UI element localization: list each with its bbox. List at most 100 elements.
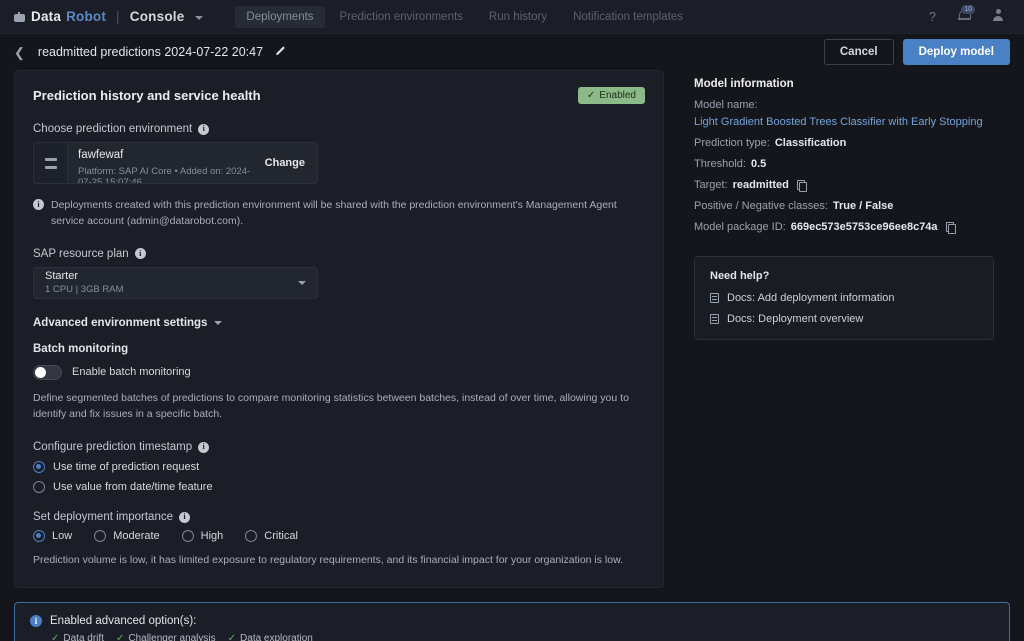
top-navigation-bar: DataRobot | Console Deployments Predicti…	[0, 0, 1024, 34]
environment-card-body: fawfewaf Platform: SAP AI Core • Added o…	[68, 143, 253, 183]
top-right-actions: ? 10	[929, 9, 1010, 25]
environment-note: i Deployments created with this predicti…	[33, 197, 633, 230]
help-link-deployment-overview[interactable]: Docs: Deployment overview	[710, 313, 978, 325]
timestamp-option-label: Use value from date/time feature	[53, 481, 213, 493]
cancel-button[interactable]: Cancel	[824, 39, 894, 65]
panel-header: Prediction history and service health ✓ …	[33, 87, 645, 104]
deploy-model-button[interactable]: Deploy model	[903, 39, 1010, 65]
prediction-environment-card[interactable]: fawfewaf Platform: SAP AI Core • Added o…	[33, 142, 318, 184]
user-avatar-button[interactable]	[992, 9, 1004, 25]
brand-section-label: Console	[130, 9, 185, 24]
deployment-importance-label-text: Set deployment importance	[33, 511, 173, 523]
toggle-knob	[35, 367, 46, 378]
server-stack-icon	[45, 158, 57, 169]
radio-button[interactable]	[245, 530, 257, 542]
chevron-down-icon[interactable]	[195, 16, 203, 20]
user-avatar-icon	[992, 9, 1004, 22]
row-label: Prediction type:	[694, 137, 770, 149]
resource-plan-sub: 1 CPU | 3GB RAM	[45, 284, 124, 295]
enabled-options-list: ✓ Data drift ✓ Challenger analysis ✓ Dat…	[51, 633, 994, 641]
radio-button[interactable]	[33, 461, 45, 473]
choose-environment-label-text: Choose prediction environment	[33, 123, 192, 135]
panel-title: Prediction history and service health	[33, 88, 261, 103]
batch-monitoring-heading: Batch monitoring	[33, 343, 645, 355]
resource-plan-select[interactable]: Starter 1 CPU | 3GB RAM	[33, 267, 318, 299]
nav-tab-prediction-environments[interactable]: Prediction environments	[329, 6, 474, 28]
timestamp-option-request[interactable]: Use time of prediction request	[33, 461, 645, 473]
batch-monitoring-description: Define segmented batches of predictions …	[33, 390, 645, 424]
chevron-down-icon	[298, 281, 306, 285]
environment-icon-box	[34, 143, 68, 183]
pencil-icon[interactable]	[275, 43, 287, 61]
enabled-option-challenger-analysis: ✓ Challenger analysis	[116, 633, 216, 641]
check-icon: ✓	[51, 633, 59, 641]
app-root: DataRobot | Console Deployments Predicti…	[0, 0, 1024, 641]
advanced-environment-settings-toggle[interactable]: Advanced environment settings	[33, 317, 645, 329]
change-environment-button[interactable]: Change	[253, 143, 317, 183]
environment-name: fawfewaf	[78, 149, 253, 163]
info-icon[interactable]: i	[198, 124, 209, 135]
nav-tab-deployments[interactable]: Deployments	[235, 6, 324, 28]
importance-option-moderate[interactable]: Moderate	[94, 530, 159, 542]
info-icon[interactable]: i	[198, 442, 209, 453]
resource-plan-label: SAP resource plan i	[33, 248, 645, 260]
importance-options-row: Low Moderate High Critical	[33, 530, 645, 542]
importance-option-label: Critical	[264, 530, 298, 542]
back-chevron-left-icon[interactable]: ❮	[14, 46, 25, 59]
help-link-add-deployment-information[interactable]: Docs: Add deployment information	[710, 292, 978, 304]
enabled-option-data-exploration: ✓ Data exploration	[228, 633, 313, 641]
model-info-row-package-id: Model package ID: 669ec573e5753ce96ee8c7…	[694, 221, 994, 233]
info-icon[interactable]: i	[135, 248, 146, 259]
nav-tab-run-history[interactable]: Run history	[478, 6, 558, 28]
batch-monitoring-toggle-label: Enable batch monitoring	[72, 366, 191, 378]
deployment-importance-label: Set deployment importance i	[33, 511, 645, 523]
banner-enabled-title: Enabled advanced option(s):	[50, 615, 196, 627]
copy-icon[interactable]	[946, 222, 955, 232]
radio-button[interactable]	[182, 530, 194, 542]
nav-tab-notification-templates[interactable]: Notification templates	[562, 6, 694, 28]
left-column: Prediction history and service health ✓ …	[14, 70, 664, 588]
importance-option-low[interactable]: Low	[33, 530, 72, 542]
page-body: Prediction history and service health ✓ …	[0, 70, 1024, 588]
radio-button[interactable]	[33, 481, 45, 493]
datarobot-logo[interactable]: DataRobot | Console	[14, 9, 203, 24]
pencil-icon-svg	[275, 44, 287, 56]
timestamp-option-feature[interactable]: Use value from date/time feature	[33, 481, 645, 493]
need-help-box: Need help? Docs: Add deployment informat…	[694, 256, 994, 340]
help-link-label: Docs: Deployment overview	[727, 313, 863, 325]
copy-icon[interactable]	[797, 180, 806, 190]
status-badge: ✓ Enabled	[578, 87, 645, 104]
model-name-link[interactable]: Light Gradient Boosted Trees Classifier …	[694, 116, 983, 128]
check-icon: ✓	[116, 633, 124, 641]
resource-plan-label-text: SAP resource plan	[33, 248, 129, 260]
brand-separator: |	[116, 9, 120, 24]
importance-option-critical[interactable]: Critical	[245, 530, 298, 542]
page-title: readmitted predictions 2024-07-22 20:47	[38, 45, 263, 59]
advanced-options-banner: i Enabled advanced option(s): ✓ Data dri…	[14, 602, 1010, 641]
info-icon[interactable]: i	[179, 512, 190, 523]
row-label: Model package ID:	[694, 221, 786, 233]
batch-monitoring-toggle-row: Enable batch monitoring	[33, 365, 645, 380]
model-info-row-classes: Positive / Negative classes: True / Fals…	[694, 200, 994, 212]
need-help-title: Need help?	[710, 270, 978, 282]
brand-data-text: Data	[31, 9, 61, 24]
help-link-label: Docs: Add deployment information	[727, 292, 895, 304]
importance-option-high[interactable]: High	[182, 530, 224, 542]
help-icon[interactable]: ?	[929, 9, 936, 24]
enable-batch-monitoring-toggle[interactable]	[33, 365, 62, 380]
radio-button[interactable]	[33, 530, 45, 542]
document-icon	[710, 293, 719, 303]
radio-button[interactable]	[94, 530, 106, 542]
check-icon: ✓	[228, 633, 236, 641]
importance-option-label: High	[201, 530, 224, 542]
importance-description: Prediction volume is low, it has limited…	[33, 552, 645, 569]
header-buttons: Cancel Deploy model	[824, 39, 1010, 65]
environment-meta: Platform: SAP AI Core • Added on: 2024-0…	[78, 166, 253, 184]
notifications-button[interactable]: 10	[958, 9, 970, 25]
importance-option-label: Low	[52, 530, 72, 542]
choose-environment-label: Choose prediction environment i	[33, 123, 645, 135]
notification-badge: 10	[961, 5, 975, 14]
row-value: readmitted	[733, 179, 789, 191]
enabled-option-data-drift: ✓ Data drift	[51, 633, 104, 641]
option-label: Data drift	[63, 633, 104, 641]
